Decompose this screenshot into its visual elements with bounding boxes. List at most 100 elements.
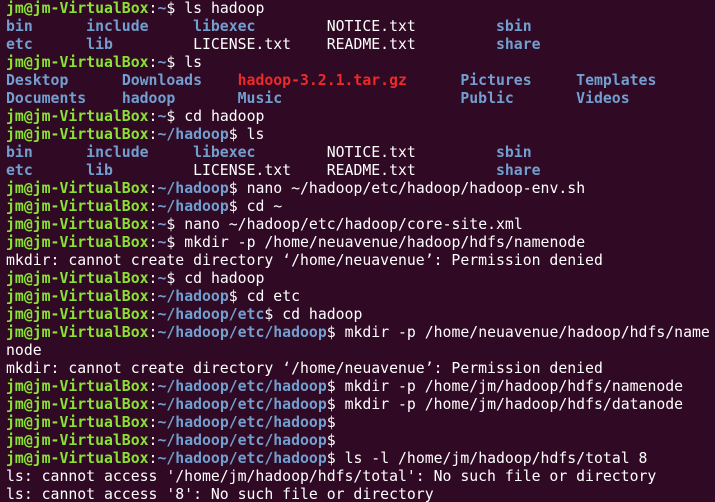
prompt-user: jm@jm-VirtualBox [6,396,149,413]
directory-entry: lib [86,162,113,179]
prompt-dollar: $ [166,216,185,233]
directory-entry: Documents [6,90,87,107]
prompt-dollar: $ [326,432,345,449]
prompt-path: ~/hadoop/etc/hadoop [157,324,327,341]
directory-entry: lib [86,36,113,53]
output-line: ls: cannot access '/home/jm/hadoop/hdfs/… [6,468,715,486]
output-line: node [6,342,715,360]
directory-entry: share [495,162,541,179]
command-text: mkdir -p /home/neuavenue/hadoop/hdfs/nam… [344,324,710,341]
prompt-user: jm@jm-VirtualBox [6,0,149,17]
output-line: ls: cannot access '8': No such file or d… [6,486,715,502]
directory-entry: Desktop [6,72,69,89]
directory-entry: Public [460,90,514,107]
prompt-line: jm@jm-VirtualBox:~/hadoop/etc/hadoop$ ls… [6,450,715,468]
listing-line: etc lib LICENSE.txt README.txt share [6,36,715,54]
prompt-line: jm@jm-VirtualBox:~/hadoop$ cd ~ [6,198,715,216]
directory-entry: hadoop [121,90,176,107]
file-entry: LICENSE.txt [193,162,292,179]
prompt-path: ~/hadoop/etc/hadoop [157,450,327,467]
command-text: cd hadoop [282,306,363,323]
prompt-path: ~/hadoop/etc [157,306,265,323]
prompt-line: jm@jm-VirtualBox:~/hadoop$ nano ~/hadoop… [6,180,715,198]
listing-line: bin include libexec NOTICE.txt sbin [6,18,715,36]
prompt-dollar: $ [326,378,345,395]
prompt-user: jm@jm-VirtualBox [6,198,149,215]
output-line: mkdir: cannot create directory ‘/home/ne… [6,360,715,378]
listing-line: bin include libexec NOTICE.txt sbin [6,144,715,162]
prompt-user: jm@jm-VirtualBox [6,414,149,431]
file-entry: README.txt [326,162,416,179]
listing-line: Documents hadoop Music Public Videos [6,90,715,108]
prompt-line: jm@jm-VirtualBox:~/hadoop/etc/hadoop$ [6,414,715,432]
command-text: ls -l /home/jm/hadoop/hdfs/total 8 [344,450,648,467]
file-entry: README.txt [326,36,416,53]
prompt-user: jm@jm-VirtualBox [6,324,149,341]
command-text: nano ~/hadoop/etc/hadoop/core-site.xml [184,216,523,233]
prompt-user: jm@jm-VirtualBox [6,108,149,125]
output-text: node [6,342,42,359]
prompt-dollar: $ [228,288,247,305]
prompt-dollar: $ [166,234,185,251]
prompt-user: jm@jm-VirtualBox [6,288,149,305]
command-text: ls [246,126,265,143]
directory-entry: sbin [495,18,532,35]
output-text: ls: cannot access '8': No such file or d… [6,486,434,502]
prompt-dollar: $ [264,306,283,323]
prompt-line: jm@jm-VirtualBox:~$ cd hadoop [6,108,715,126]
prompt-path: ~/hadoop [157,180,229,197]
prompt-user: jm@jm-VirtualBox [6,54,149,71]
terminal-window[interactable]: jm@jm-VirtualBox:~$ ls hadoop bin include l… [0,0,715,502]
command-text: cd hadoop [184,270,265,287]
prompt-user: jm@jm-VirtualBox [6,234,149,251]
directory-entry: Templates [576,72,657,89]
listing-line: etc lib LICENSE.txt README.txt share [6,162,715,180]
prompt-dollar: $ [326,414,345,431]
prompt-path: ~/hadoop [157,126,229,143]
command-text: ls [184,54,203,71]
directory-entry: Music [237,90,283,107]
prompt-line: jm@jm-VirtualBox:~$ nano ~/hadoop/etc/ha… [6,216,715,234]
directory-entry: sbin [495,144,532,161]
prompt-line: jm@jm-VirtualBox:~/hadoop/etc$ cd hadoop [6,306,715,324]
prompt-path: ~/hadoop/etc/hadoop [157,414,327,431]
directory-entry: etc [6,36,33,53]
prompt-dollar: $ [166,0,185,17]
directory-entry: Downloads [121,72,202,89]
directory-entry: bin [6,144,33,161]
prompt-line: jm@jm-VirtualBox:~/hadoop/etc/hadoop$ [6,432,715,450]
prompt-user: jm@jm-VirtualBox [6,306,149,323]
prompt-line: jm@jm-VirtualBox:~/hadoop/etc/hadoop$ mk… [6,324,715,342]
directory-entry: libexec [193,18,256,35]
file-entry: NOTICE.txt [326,18,416,35]
directory-entry: bin [6,18,33,35]
prompt-dollar: $ [228,126,247,143]
prompt-path: ~/hadoop/etc/hadoop [157,396,327,413]
prompt-dollar: $ [166,270,185,287]
command-text: cd hadoop [184,108,265,125]
prompt-path: ~/hadoop [157,198,229,215]
prompt-path: ~/hadoop/etc/hadoop [157,378,327,395]
prompt-path: ~/hadoop/etc/hadoop [157,432,327,449]
prompt-line: jm@jm-VirtualBox:~/hadoop$ cd etc [6,288,715,306]
command-text: ls hadoop [184,0,265,17]
prompt-dollar: $ [228,180,247,197]
prompt-line: jm@jm-VirtualBox:~$ ls [6,54,715,72]
command-text: mkdir -p /home/jm/hadoop/hdfs/namenode [344,378,684,395]
command-text: cd etc [246,288,301,305]
command-text: cd ~ [246,198,283,215]
prompt-user: jm@jm-VirtualBox [6,180,149,197]
directory-entry: libexec [193,144,256,161]
command-text: mkdir -p /home/jm/hadoop/hdfs/datanode [344,396,684,413]
directory-entry: Pictures [460,72,532,89]
prompt-user: jm@jm-VirtualBox [6,450,149,467]
file-entry: LICENSE.txt [193,36,292,53]
prompt-dollar: $ [166,54,185,71]
directory-entry: Videos [576,90,630,107]
prompt-line: jm@jm-VirtualBox:~/hadoop/etc/hadoop$ mk… [6,378,715,396]
prompt-line: jm@jm-VirtualBox:~$ cd hadoop [6,270,715,288]
prompt-line: jm@jm-VirtualBox:~/hadoop/etc/hadoop$ mk… [6,396,715,414]
directory-entry: etc [6,162,33,179]
directory-entry: include [86,18,149,35]
output-text: mkdir: cannot create directory ‘/home/ne… [6,252,603,269]
